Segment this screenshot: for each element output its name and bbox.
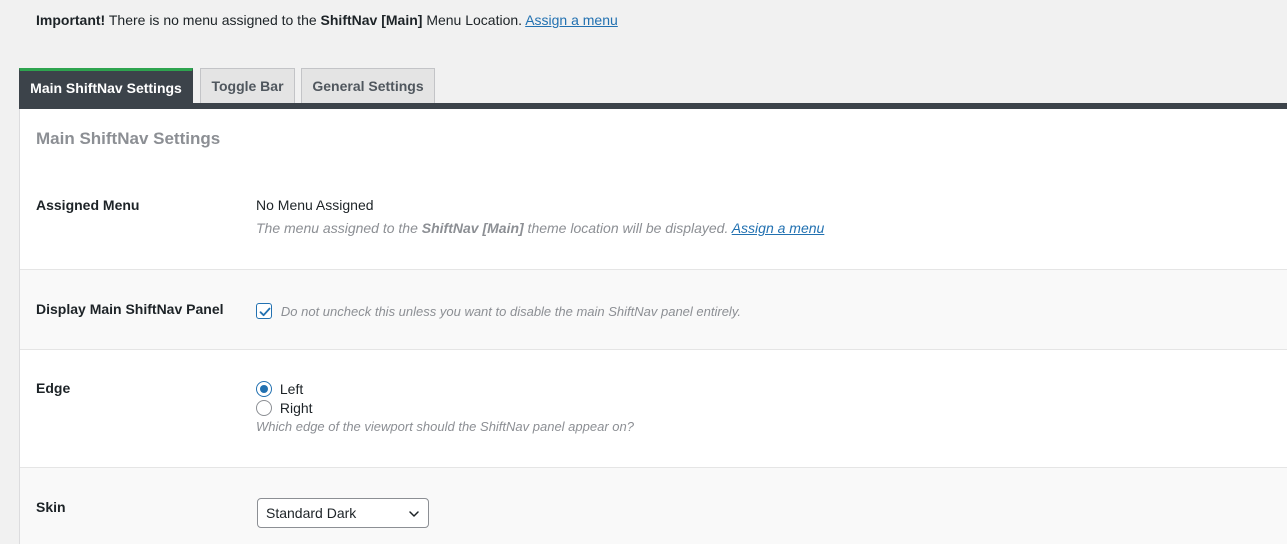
notice-text-after: Menu Location. (422, 12, 526, 28)
assigned-menu-assign-link[interactable]: Assign a menu (732, 220, 825, 236)
checkmark-icon (259, 307, 271, 317)
edge-option-right[interactable]: Right (256, 399, 634, 418)
tab-main-shiftnav-settings[interactable]: Main ShiftNav Settings (19, 68, 193, 104)
notice-assign-menu-link[interactable]: Assign a menu (525, 12, 618, 28)
display-panel-description: Do not uncheck this unless you want to d… (280, 303, 741, 319)
skin-label: Skin (36, 499, 66, 515)
edge-label: Edge (36, 380, 71, 396)
menu-location-notice: Important! There is no menu assigned to … (36, 12, 618, 28)
edge-left-radio[interactable] (256, 381, 272, 398)
edge-description: Which edge of the viewport should the Sh… (256, 419, 634, 434)
display-panel-label: Display Main ShiftNav Panel (36, 301, 224, 317)
assigned-menu-value: No Menu Assigned (256, 197, 374, 213)
edge-row: Edge Left Right Which edge of the viewpo… (20, 349, 1287, 467)
edge-left-label[interactable]: Left (280, 381, 303, 397)
skin-row: Skin Standard Dark (20, 467, 1287, 544)
assigned-menu-label: Assigned Menu (36, 197, 140, 213)
display-panel-content: Do not uncheck this unless you want to d… (256, 302, 741, 320)
assigned-menu-desc-bold: ShiftNav [Main] (421, 220, 524, 236)
chevron-down-icon (409, 511, 419, 517)
edge-content: Left Right Which edge of the viewport sh… (256, 380, 634, 434)
edge-right-label[interactable]: Right (280, 400, 313, 416)
assigned-menu-content: No Menu Assigned The menu assigned to th… (256, 197, 824, 236)
assigned-menu-desc-before: The menu assigned to the (256, 220, 422, 236)
notice-text-before: There is no menu assigned to the (105, 12, 321, 28)
panel-title: Main ShiftNav Settings (36, 129, 221, 148)
notice-important-label: Important! (36, 12, 106, 28)
edge-right-radio[interactable] (256, 400, 272, 417)
tab-toggle-bar[interactable]: Toggle Bar (200, 68, 295, 103)
tab-general-settings[interactable]: General Settings (301, 68, 435, 103)
assigned-menu-description: The menu assigned to the ShiftNav [Main]… (256, 220, 824, 236)
skin-select-value: Standard Dark (266, 505, 357, 521)
settings-panel: Main ShiftNav Settings Assigned Menu No … (19, 109, 1287, 544)
skin-select[interactable]: Standard Dark (257, 498, 429, 528)
notice-location-name: ShiftNav [Main] (320, 12, 423, 28)
display-panel-row: Display Main ShiftNav Panel Do not unche… (20, 269, 1287, 349)
assigned-menu-row: Assigned Menu No Menu Assigned The menu … (20, 169, 1287, 311)
display-panel-checkbox[interactable] (256, 303, 272, 320)
edge-option-left[interactable]: Left (256, 380, 634, 399)
assigned-menu-desc-after: theme location will be displayed. (523, 220, 732, 236)
